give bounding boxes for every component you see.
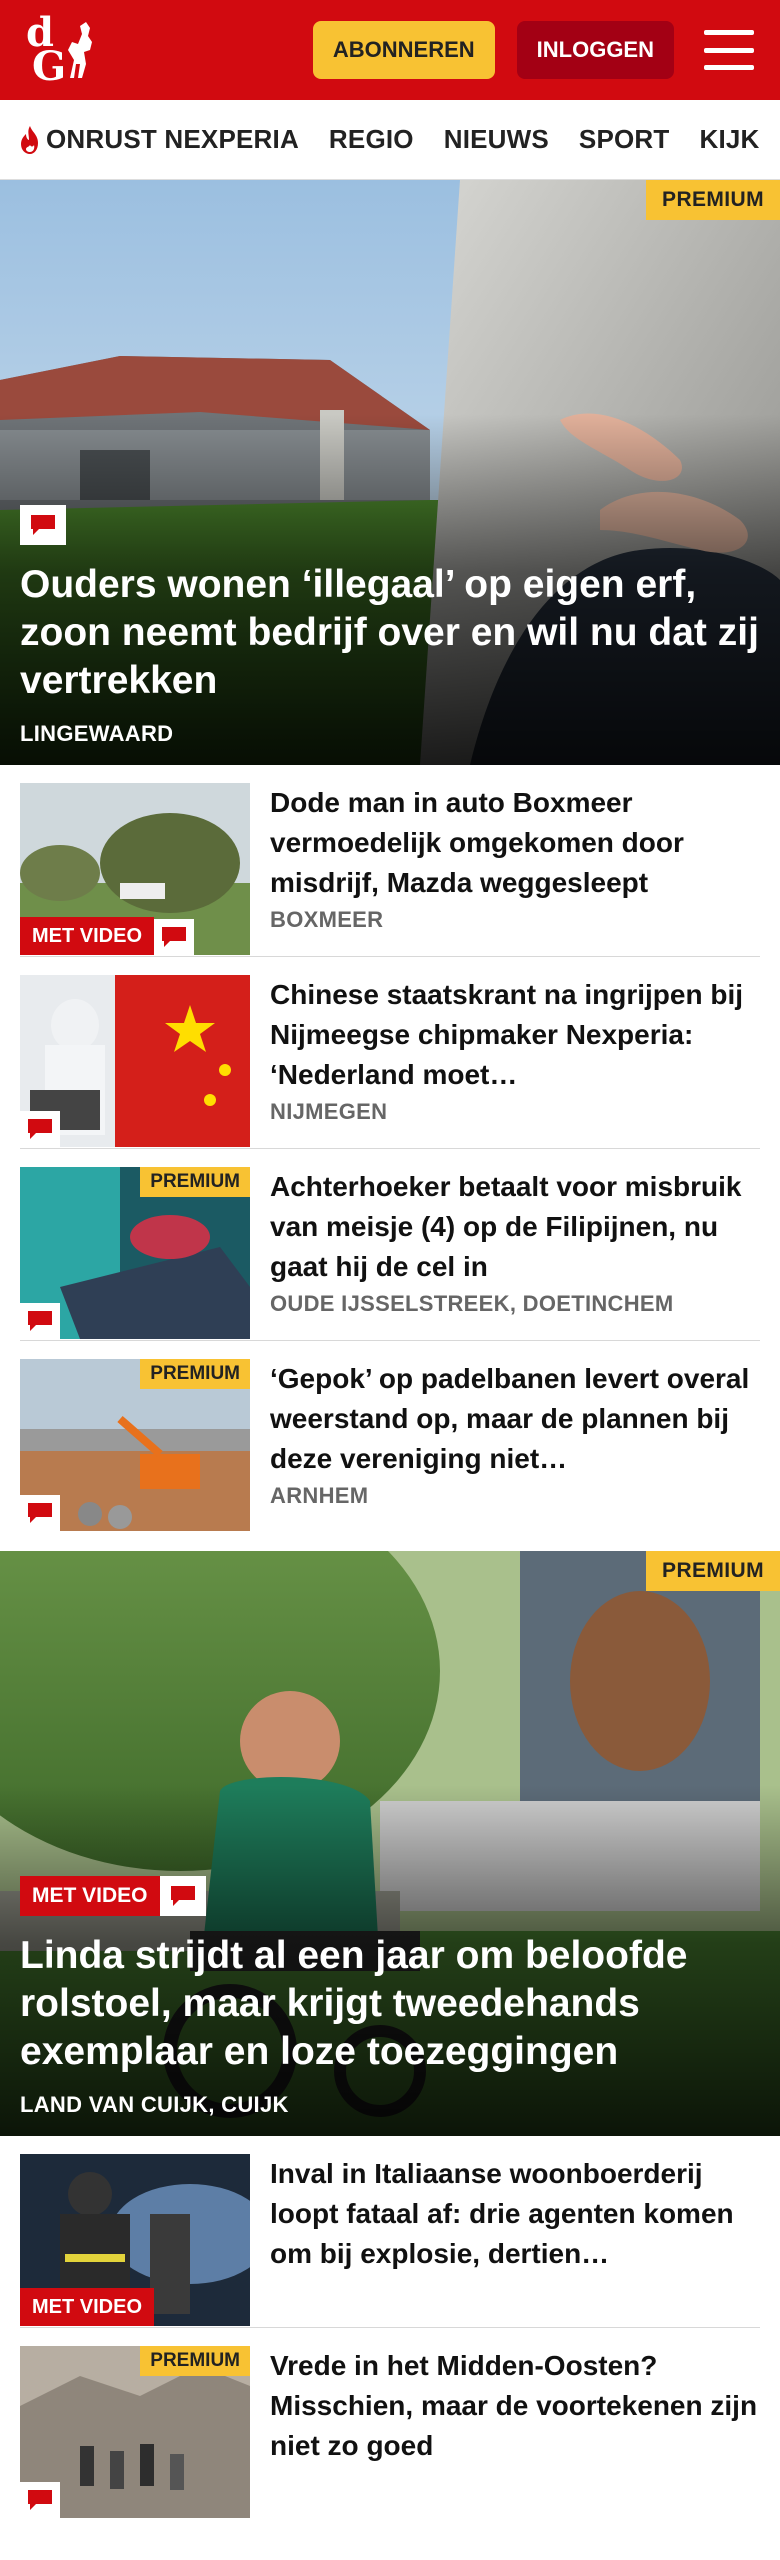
premium-badge: PREMIUM: [140, 1359, 250, 1389]
site-logo[interactable]: d G: [26, 12, 118, 88]
nav-label: ONRUST NEXPERIA: [46, 124, 299, 154]
list-item[interactable]: MET VIDEO Dode man in auto Boxmeer vermo…: [20, 765, 760, 957]
list-item[interactable]: MET VIDEO Inval in Italiaanse woonboerde…: [20, 2136, 760, 2328]
premium-badge: PREMIUM: [646, 1551, 780, 1591]
article-location: BOXMEER: [270, 907, 384, 932]
article-thumbnail: MET VIDEO: [20, 783, 250, 955]
nav-item-onrust-nexperia[interactable]: ONRUST NEXPERIA: [18, 124, 299, 155]
comment-icon: [20, 1111, 60, 1147]
article-location: ARNHEM: [270, 1483, 369, 1508]
menu-icon[interactable]: [704, 30, 754, 70]
article-thumbnail: PREMIUM: [20, 2346, 250, 2518]
comment-icon: [20, 2482, 60, 2518]
comment-icon: [159, 1876, 206, 1916]
hero-article-farm[interactable]: PREMIUM Ouders wonen ‘illegaal’ op eigen…: [0, 180, 780, 765]
article-title[interactable]: Achterhoeker betaalt voor misbruik van m…: [270, 1167, 760, 1287]
hero-article-wheelchair[interactable]: PREMIUM MET VIDEO Linda strijdt al een j…: [0, 1551, 780, 2136]
nav-label: SPORT: [578, 124, 670, 154]
premium-badge: PREMIUM: [140, 2346, 250, 2376]
comment-icon: [154, 919, 195, 955]
article-title[interactable]: Vrede in het Midden-Oosten? Misschien, m…: [270, 2346, 760, 2466]
article-thumbnail: [20, 975, 250, 1147]
article-title[interactable]: Inval in Italiaanse woonboerderij loopt …: [270, 2154, 760, 2274]
article-location: OUDE IJSSELSTREEK, DOETINCHEM: [270, 1291, 674, 1316]
logo-mark: d G: [26, 13, 67, 90]
article-title[interactable]: Dode man in auto Boxmeer vermoedelijk om…: [270, 783, 760, 903]
video-badge: MET VIDEO: [20, 1876, 160, 1916]
article-title[interactable]: ‘Gepok’ op padelbanen levert overal weer…: [270, 1359, 760, 1479]
article-thumbnail: PREMIUM: [20, 1359, 250, 1531]
subscribe-button[interactable]: ABONNEREN: [312, 21, 495, 79]
nav-item-kijk[interactable]: KIJK: [700, 124, 760, 155]
video-badge: MET VIDEO: [20, 2288, 155, 2326]
list-item[interactable]: PREMIUM Vrede in het Midden-Oosten? Miss…: [20, 2328, 760, 2520]
article-thumbnail: MET VIDEO: [20, 2154, 250, 2326]
main-nav: ONRUST NEXPERIA REGIO NIEUWS SPORT KIJK …: [0, 100, 780, 180]
hero-location: LAND VAN CUIJK, CUIJK: [20, 2092, 289, 2117]
list-item[interactable]: PREMIUM Achterhoeker betaalt voor misbru…: [20, 1149, 760, 1341]
premium-badge: PREMIUM: [646, 180, 780, 220]
list-item[interactable]: Chinese staatskrant na ingrijpen bij Nij…: [20, 957, 760, 1149]
comment-icon: [20, 1303, 60, 1339]
hero-location: LINGEWAARD: [20, 721, 174, 746]
list-item[interactable]: PREMIUM ‘Gepok’ op padelbanen levert ove…: [20, 1341, 760, 1533]
comment-icon: [20, 1495, 60, 1531]
nav-label: NIEUWS: [443, 124, 549, 154]
nav-label: REGIO: [328, 124, 414, 154]
premium-badge: PREMIUM: [140, 1167, 250, 1197]
horse-rider-icon: [68, 22, 93, 78]
hero-title[interactable]: Linda strijdt al een jaar om beloofde ro…: [20, 1932, 760, 2076]
article-thumbnail: PREMIUM: [20, 1167, 250, 1339]
site-header: d G ABONNEREN INLOGGEN: [0, 0, 780, 100]
article-list: MET VIDEO Dode man in auto Boxmeer vermo…: [0, 765, 780, 1533]
nav-label: KIJK: [699, 124, 760, 154]
video-badge: MET VIDEO: [20, 917, 155, 955]
article-title[interactable]: Chinese staatskrant na ingrijpen bij Nij…: [270, 975, 760, 1095]
article-location: NIJMEGEN: [270, 1099, 388, 1124]
logo-letter-g: G: [32, 43, 67, 90]
flame-icon: [21, 125, 38, 154]
nav-item-nieuws[interactable]: NIEUWS: [444, 124, 549, 155]
comment-icon: [20, 505, 66, 545]
login-button[interactable]: INLOGGEN: [516, 21, 674, 79]
nav-item-regio[interactable]: REGIO: [329, 124, 414, 155]
nav-item-sport[interactable]: SPORT: [579, 124, 670, 155]
hero-title[interactable]: Ouders wonen ‘illegaal’ op eigen erf, zo…: [20, 561, 760, 705]
article-list: MET VIDEO Inval in Italiaanse woonboerde…: [0, 2136, 780, 2520]
